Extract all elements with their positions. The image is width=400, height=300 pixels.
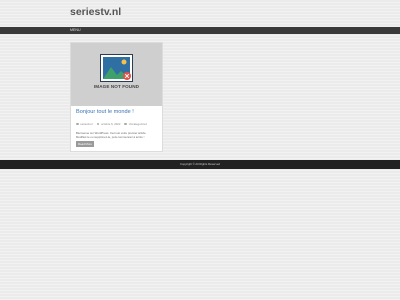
post-author[interactable]: seriestv.nl xyxy=(80,122,92,126)
site-title[interactable]: seriestv.nl xyxy=(70,6,121,18)
copyright-text: Copyright © All Rights Reserved xyxy=(180,162,220,166)
site-footer: Copyright © All Rights Reserved xyxy=(0,160,400,169)
main-navigation: MENU xyxy=(0,27,400,34)
post-title[interactable]: Bonjour tout le monde ! xyxy=(76,109,134,115)
calendar-icon xyxy=(96,122,100,126)
nav-item-menu[interactable]: MENU xyxy=(70,27,81,34)
read-more-button[interactable]: Read More xyxy=(76,141,94,147)
site-header: seriestv.nl xyxy=(0,0,400,27)
post-date[interactable]: octobre 6, 2022 xyxy=(101,122,120,126)
post-card: IMAGE NOT FOUND Bonjour tout le monde ! … xyxy=(70,42,163,152)
post-thumbnail[interactable]: IMAGE NOT FOUND xyxy=(71,43,162,106)
image-not-found-label: IMAGE NOT FOUND xyxy=(93,84,140,89)
post-excerpt: Bienvenue sur WordPress. Ceci est votre … xyxy=(76,131,147,139)
folder-icon xyxy=(124,122,128,126)
author-icon xyxy=(76,122,79,126)
post-category[interactable]: Uncategorized xyxy=(129,122,147,126)
post-meta: seriestv.nl octobre 6, 2022 Uncategorize… xyxy=(76,122,151,126)
image-not-found-icon xyxy=(100,54,133,82)
